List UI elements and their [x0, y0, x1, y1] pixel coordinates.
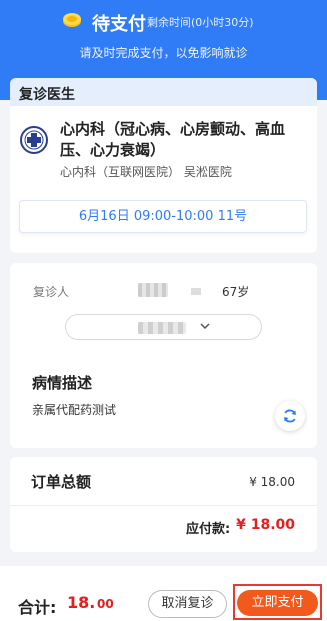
refresh-icon	[284, 409, 296, 423]
description-title: 病情描述	[32, 374, 93, 392]
order-card: 订单总额 ¥ 18.00 应付款: ¥ 18.00	[10, 457, 317, 552]
hospital-logo-icon	[20, 126, 48, 154]
payment-tip: 请及时完成支付，以免影响就诊	[79, 46, 248, 60]
payable-value: ¥ 18.00	[236, 517, 295, 533]
sum-label: 合计:	[18, 598, 57, 617]
redacted-name-tail	[191, 288, 201, 295]
doctor-card: 复诊医生 心内科（冠心病、心房颤动、高血压、心力衰竭） 心内科（互联网医院） 吴…	[10, 78, 317, 253]
redacted-name	[138, 283, 168, 297]
doctor-card-heading: 复诊医生	[10, 78, 317, 106]
pay-button-highlight: 立即支付	[233, 584, 322, 620]
patient-age: 67岁	[222, 285, 250, 299]
view-more-button[interactable]	[65, 314, 262, 340]
patient-label: 复诊人	[33, 285, 70, 299]
sum-value-decimal: 00	[97, 597, 114, 611]
countdown-text: 剩余时间(0小时30分)	[147, 16, 254, 29]
bottom-bar: 合计: 18. 00 取消复诊 立即支付	[0, 566, 327, 621]
pay-now-button[interactable]: 立即支付	[237, 590, 318, 616]
status-title: 待支付	[92, 14, 146, 35]
redacted-button-label	[138, 322, 186, 334]
department-title: 心内科（冠心病、心房颤动、高血压、心力衰竭）	[60, 120, 286, 159]
description-text: 亲属代配药测试	[32, 403, 117, 417]
refresh-button[interactable]	[275, 401, 305, 431]
cancel-visit-button[interactable]: 取消复诊	[148, 590, 227, 618]
divider	[10, 505, 317, 506]
appointment-time: 6月16日 09:00-10:00 11号	[19, 200, 307, 233]
order-total-label: 订单总额	[31, 473, 92, 491]
payable-label: 应付款:	[186, 522, 231, 537]
order-total-value: ¥ 18.00	[249, 475, 295, 489]
chevron-down-icon	[200, 323, 210, 330]
sum-value: 18.	[67, 593, 96, 612]
patient-card: 复诊人 67岁 病情描述 亲属代配药测试	[10, 263, 317, 448]
coin-icon	[63, 13, 81, 27]
department-subtitle: 心内科（互联网医院） 吴淞医院	[60, 165, 232, 179]
